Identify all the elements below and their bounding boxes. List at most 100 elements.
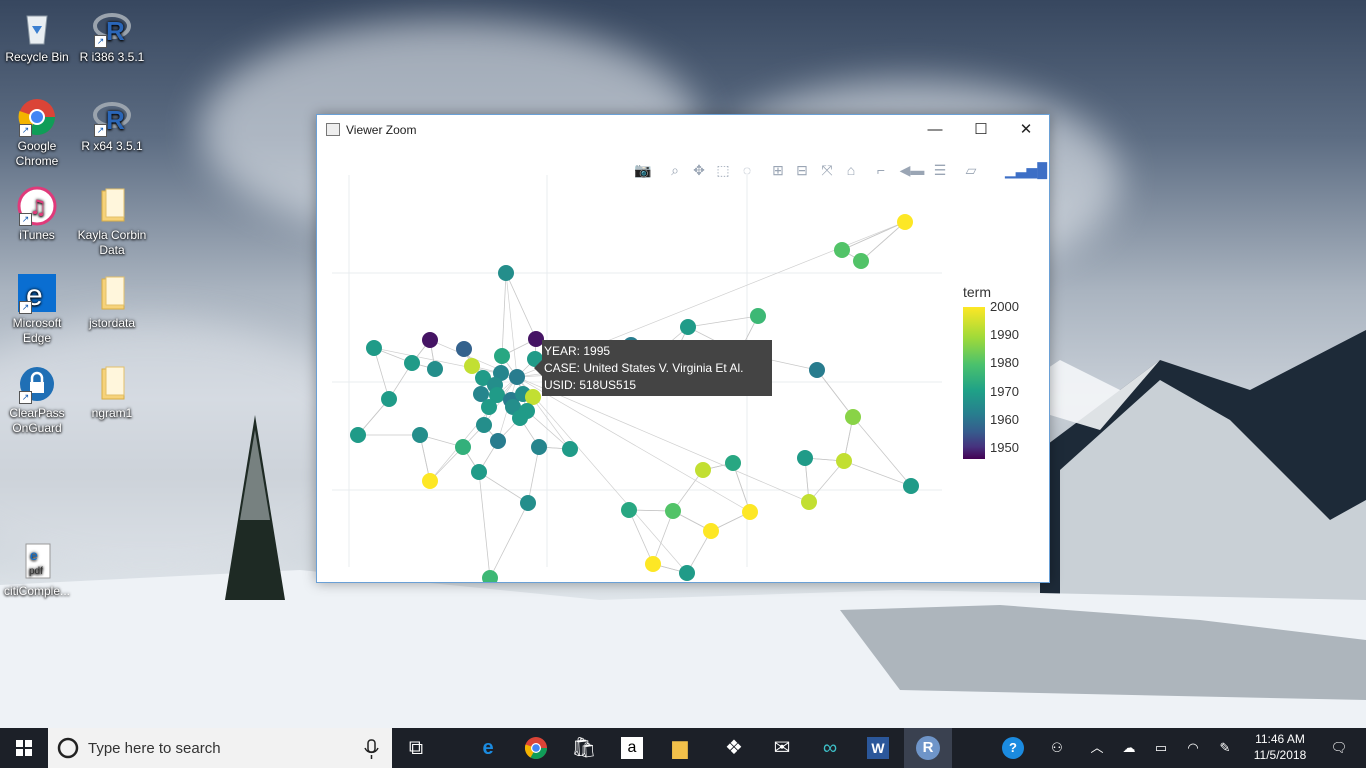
network-node[interactable]	[742, 504, 758, 520]
shortcut-arrow-icon: ↗	[94, 35, 107, 48]
network-node[interactable]	[404, 355, 420, 371]
desktop-icon-jstordata[interactable]: jstordata	[72, 274, 152, 331]
people-icon[interactable]: ⚇	[1042, 728, 1072, 768]
network-node[interactable]	[456, 341, 472, 357]
edge-taskbar-icon[interactable]: e	[464, 728, 512, 768]
amazon-icon[interactable]: a	[608, 728, 656, 768]
network-node[interactable]	[809, 362, 825, 378]
viewer-zoom-window[interactable]: Viewer Zoom — ☐ ✕ 📷 ⌕ ✥ ⬚ ◌ ⊞ ⊟ ⤧ ⌂ ⌐ ◀▬…	[316, 114, 1050, 583]
mail-icon[interactable]: ✉	[758, 728, 806, 768]
colorbar-tick: 1950	[990, 440, 1019, 455]
desktop-icon-ngram1[interactable]: ngram1	[72, 364, 152, 421]
colorbar	[963, 307, 985, 459]
chrome-icon: ↗	[17, 97, 57, 137]
network-node[interactable]	[481, 399, 497, 415]
network-node[interactable]	[427, 361, 443, 377]
network-node[interactable]	[621, 502, 637, 518]
pen-icon[interactable]: ✎	[1210, 728, 1240, 768]
network-node[interactable]	[645, 556, 661, 572]
onedrive-icon[interactable]: ☁	[1114, 728, 1144, 768]
chrome-taskbar-icon[interactable]	[512, 728, 560, 768]
network-node[interactable]	[834, 242, 850, 258]
network-node[interactable]	[562, 441, 578, 457]
network-nodes	[350, 214, 919, 582]
dropbox-icon[interactable]: ❖	[710, 728, 758, 768]
desktop-icon-google-chrome[interactable]: ↗ Google Chrome	[0, 97, 77, 169]
taskbar: Type here to search ⧉ e 🛍 a ▆ ❖ ✉ ∞ W R …	[0, 728, 1366, 768]
network-node[interactable]	[464, 358, 480, 374]
network-node[interactable]	[471, 464, 487, 480]
network-node[interactable]	[490, 433, 506, 449]
network-node[interactable]	[455, 439, 471, 455]
taskbar-search-box[interactable]: Type here to search	[48, 728, 392, 768]
desktop-icon-clearpass-onguard[interactable]: ↗ ClearPass OnGuard	[0, 364, 77, 436]
network-node[interactable]	[512, 410, 528, 426]
colorbar-tick: 1990	[990, 327, 1019, 342]
network-node[interactable]	[366, 340, 382, 356]
battery-icon[interactable]: ▭	[1146, 728, 1176, 768]
network-node[interactable]	[350, 427, 366, 443]
network-node[interactable]	[797, 450, 813, 466]
desktop-icon-kayla-corbin-data[interactable]: Kayla Corbin Data	[72, 186, 152, 258]
network-node[interactable]	[836, 453, 852, 469]
desktop-icon-label: Recycle Bin	[5, 50, 69, 64]
network-node[interactable]	[422, 473, 438, 489]
network-node[interactable]	[703, 523, 719, 539]
network-node[interactable]	[695, 462, 711, 478]
network-node[interactable]	[482, 570, 498, 582]
network-node[interactable]	[903, 478, 919, 494]
network-node[interactable]	[498, 265, 514, 281]
network-node[interactable]	[750, 308, 766, 324]
folder-icon	[92, 186, 132, 226]
tooltip-year: YEAR: 1995	[544, 344, 611, 358]
tooltip-usid: USID: 518US515	[544, 378, 637, 392]
desktop-icon-itunes[interactable]: ♫ ↗ iTunes	[0, 186, 77, 243]
action-center-icon[interactable]: 🗨	[1322, 728, 1356, 768]
microphone-icon	[364, 739, 379, 759]
network-node[interactable]	[845, 409, 861, 425]
network-node[interactable]	[679, 565, 695, 581]
network-node[interactable]	[801, 494, 817, 510]
window-titlebar[interactable]: Viewer Zoom — ☐ ✕	[317, 115, 1049, 145]
network-node[interactable]	[476, 417, 492, 433]
window-app-icon	[326, 123, 340, 136]
desktop-icon-r-x64[interactable]: R ↗ R x64 3.5.1	[72, 97, 152, 154]
desktop-icon-recycle-bin[interactable]: Recycle Bin	[0, 8, 77, 65]
network-node[interactable]	[525, 389, 541, 405]
help-icon[interactable]: ?	[996, 728, 1030, 768]
network-edge	[628, 509, 654, 565]
desktop-icon-microsoft-edge[interactable]: e ↗ Microsoft Edge	[0, 274, 77, 346]
network-node[interactable]	[509, 369, 525, 385]
network-node[interactable]	[531, 439, 547, 455]
network-node[interactable]	[412, 427, 428, 443]
network-node[interactable]	[725, 455, 741, 471]
r-logo-icon: R ↗	[92, 97, 132, 137]
maximize-button[interactable]: ☐	[958, 115, 1004, 145]
store-icon[interactable]: 🛍	[560, 728, 608, 768]
network-node[interactable]	[494, 348, 510, 364]
task-view-icon[interactable]: ⧉	[392, 728, 440, 768]
network-node[interactable]	[897, 214, 913, 230]
show-hidden-icons-icon[interactable]: ︿	[1082, 728, 1112, 768]
file-explorer-icon[interactable]: ▆	[656, 728, 704, 768]
desktop-icon-r-i386[interactable]: R ↗ R i386 3.5.1	[72, 8, 152, 65]
network-node[interactable]	[520, 495, 536, 511]
network-node[interactable]	[853, 253, 869, 269]
close-button[interactable]: ✕	[1003, 115, 1049, 145]
minimize-button[interactable]: —	[912, 115, 958, 145]
arduino-icon[interactable]: ∞	[806, 728, 854, 768]
word-icon[interactable]: W	[854, 728, 902, 768]
colorbar-tick: 2000	[990, 299, 1019, 314]
r-taskbar-icon[interactable]: R	[904, 728, 952, 768]
desktop-icon-citicomple[interactable]: e pdf citiComple...	[0, 542, 77, 599]
network-node[interactable]	[381, 391, 397, 407]
shortcut-arrow-icon: ↗	[19, 124, 32, 137]
taskbar-clock[interactable]: 11:46 AM 11/5/2018	[1238, 731, 1322, 763]
start-button[interactable]	[0, 728, 48, 768]
edge-icon: e ↗	[17, 274, 57, 314]
wifi-icon[interactable]: ◠	[1178, 728, 1208, 768]
network-edge	[516, 376, 688, 574]
network-node[interactable]	[422, 332, 438, 348]
network-node[interactable]	[680, 319, 696, 335]
network-node[interactable]	[665, 503, 681, 519]
